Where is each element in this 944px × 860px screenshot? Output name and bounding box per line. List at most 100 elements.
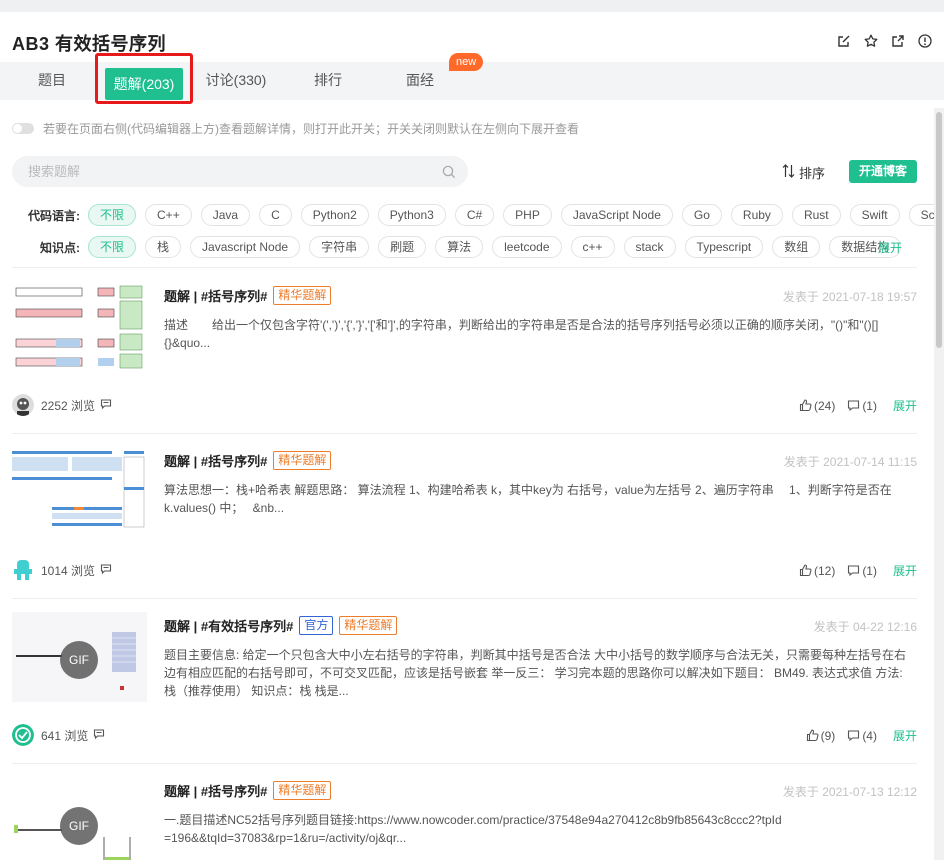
comment-button[interactable]: (4) — [847, 729, 877, 743]
language-chip[interactable]: Ruby — [730, 204, 783, 226]
solution-item[interactable]: GIF 题解 | #括号序列# 精华题解 发表于 2021-07-13 12:1… — [0, 763, 930, 860]
scrollbar-thumb[interactable] — [936, 112, 942, 348]
comment-button[interactable]: (1) — [847, 564, 877, 578]
info-icon[interactable] — [918, 34, 932, 48]
share-icon[interactable] — [891, 34, 905, 48]
solution-excerpt: 描述 给出一个仅包含字符'(',')','{','}','['和']',的字符串… — [164, 318, 879, 350]
topic-filter-label: 知识点: — [40, 240, 80, 255]
avatar[interactable] — [12, 394, 34, 416]
avatar[interactable] — [12, 724, 34, 746]
expand-solution-link[interactable]: 展开 — [893, 727, 917, 744]
solution-date: 发表于 04-22 12:16 — [813, 620, 917, 634]
toggle-description: 若要在页面右侧(代码编辑器上方)查看题解详情，则打开此开关；开关关闭则默认在左侧… — [43, 122, 579, 136]
solution-item[interactable]: 题解 | #括号序列# 精华题解 发表于 2021-07-14 11:15 算法… — [0, 433, 930, 598]
view-mode-toggle[interactable] — [12, 123, 34, 134]
view-mode-toggle-row: 若要在页面右侧(代码编辑器上方)查看题解详情，则打开此开关；开关关闭则默认在左侧… — [12, 120, 579, 137]
search-icon[interactable] — [442, 165, 456, 179]
solution-excerpt: 题目主要信息: 给定一个只包含大中小左右括号的字符串，判断其中括号是否合法 大中… — [164, 648, 907, 698]
solution-title-text: 题解 | #括号序列# — [164, 784, 268, 799]
expand-solution-link[interactable]: 展开 — [893, 562, 917, 579]
open-blog-button[interactable]: 开通博客 — [849, 160, 917, 183]
comment-bubble-icon — [100, 398, 112, 413]
language-chip[interactable]: Python3 — [377, 204, 446, 226]
avatar[interactable] — [12, 559, 34, 581]
comment-count: (4) — [862, 728, 877, 743]
view-count: 2252 浏览 — [41, 397, 112, 414]
solution-title-text: 题解 | #括号序列# — [164, 454, 268, 469]
solution-title[interactable]: 题解 | #有效括号序列# 官方 精华题解 — [164, 616, 398, 635]
language-chip[interactable]: Swift — [849, 204, 900, 226]
language-chip[interactable]: Go — [681, 204, 722, 226]
like-button[interactable]: (24) — [799, 399, 835, 413]
language-chip[interactable]: Python2 — [300, 204, 369, 226]
solution-item[interactable]: 题解 | #括号序列# 精华题解 发表于 2021-07-18 19:57 描述… — [0, 268, 930, 433]
comment-button[interactable]: (1) — [847, 399, 877, 413]
solution-title[interactable]: 题解 | #括号序列# 精华题解 — [164, 451, 332, 470]
language-chip[interactable]: Java — [200, 204, 251, 226]
sort-button[interactable]: 排序 — [782, 163, 825, 182]
search-input[interactable] — [12, 156, 412, 187]
thumbs-up-icon — [806, 729, 819, 742]
solution-stats: (12) (1) 展开 — [799, 562, 917, 579]
solution-item[interactable]: GIF 题解 | #有效括号序列# 官方 精华题解 发表于 04-22 12:1… — [0, 598, 930, 763]
like-button[interactable]: (12) — [799, 564, 835, 578]
gif-badge: GIF — [60, 641, 98, 679]
topic-chip[interactable]: 刷题 — [378, 236, 427, 258]
topic-chip[interactable]: 栈 — [145, 236, 182, 258]
solution-thumbnail: GIF — [12, 777, 147, 860]
like-count: (24) — [813, 398, 836, 413]
thumbs-up-icon — [799, 564, 812, 577]
language-chip[interactable]: JavaScript Node — [560, 204, 673, 226]
language-chip[interactable]: C++ — [145, 204, 192, 226]
tab-problem[interactable]: 题目 — [24, 62, 80, 100]
like-count: (12) — [813, 563, 836, 578]
tab-interview[interactable]: 面经 — [394, 62, 446, 100]
solution-footer: 641 浏览 (9) (4) 展开 — [12, 724, 917, 746]
official-tag: 官方 — [299, 616, 334, 635]
language-chip[interactable]: C# — [454, 204, 495, 226]
solution-date: 发表于 2021-07-18 19:57 — [782, 290, 917, 304]
topic-chip[interactable]: Typescript — [684, 236, 764, 258]
language-chip[interactable]: Rust — [791, 204, 841, 226]
edit-icon[interactable] — [837, 34, 851, 48]
topic-chip[interactable]: 不限 — [88, 236, 137, 258]
topic-chip[interactable]: c++ — [570, 236, 615, 258]
topic-chip[interactable]: 算法 — [435, 236, 484, 258]
gif-badge: GIF — [60, 807, 98, 845]
tab-discussion[interactable]: 讨论(330) — [198, 62, 274, 100]
solution-title[interactable]: 题解 | #括号序列# 精华题解 — [164, 781, 332, 800]
solution-date: 发表于 2021-07-14 11:15 — [783, 455, 917, 469]
top-strip — [0, 0, 944, 12]
topic-filter-row: 知识点: 不限 栈 Javascript Node 字符串 刷题 算法 leet… — [0, 236, 910, 258]
like-button[interactable]: (9) — [806, 729, 835, 743]
problem-header: AB3 有效括号序列 题目 题解(203) 讨论(330) 排行 面经 new — [0, 12, 944, 104]
featured-tag: 精华题解 — [339, 616, 398, 635]
topic-chip[interactable]: 数组 — [772, 236, 821, 258]
expand-topics-link[interactable]: 展开 — [878, 239, 902, 256]
topic-chip[interactable]: Javascript Node — [190, 236, 301, 258]
topic-chip[interactable]: stack — [623, 236, 676, 258]
topic-chip[interactable]: leetcode — [492, 236, 562, 258]
comment-count: (1) — [862, 398, 877, 413]
expand-solution-link[interactable]: 展开 — [893, 397, 917, 414]
language-chip[interactable]: 不限 — [88, 204, 137, 226]
new-badge: new — [449, 53, 484, 71]
solution-title[interactable]: 题解 | #括号序列# 精华题解 — [164, 286, 332, 305]
star-icon[interactable] — [864, 34, 878, 48]
view-count: 641 浏览 — [41, 727, 105, 744]
tab-ranking[interactable]: 排行 — [302, 62, 354, 100]
thumbs-up-icon — [799, 399, 812, 412]
comment-icon — [848, 565, 860, 577]
solution-title-text: 题解 | #有效括号序列# — [164, 619, 294, 634]
comment-count: (1) — [862, 563, 877, 578]
language-chip[interactable]: PHP — [503, 204, 552, 226]
language-filter-label: 代码语言: — [28, 208, 80, 223]
scrollbar[interactable] — [934, 108, 944, 860]
tab-highlight-box — [95, 53, 193, 104]
topic-chip[interactable]: 字符串 — [309, 236, 370, 258]
view-count-text: 1014 浏览 — [41, 564, 96, 578]
comment-icon — [848, 400, 860, 412]
featured-tag: 精华题解 — [273, 451, 332, 470]
language-chip[interactable]: C — [259, 204, 292, 226]
solution-date: 发表于 2021-07-13 12:12 — [782, 785, 917, 799]
